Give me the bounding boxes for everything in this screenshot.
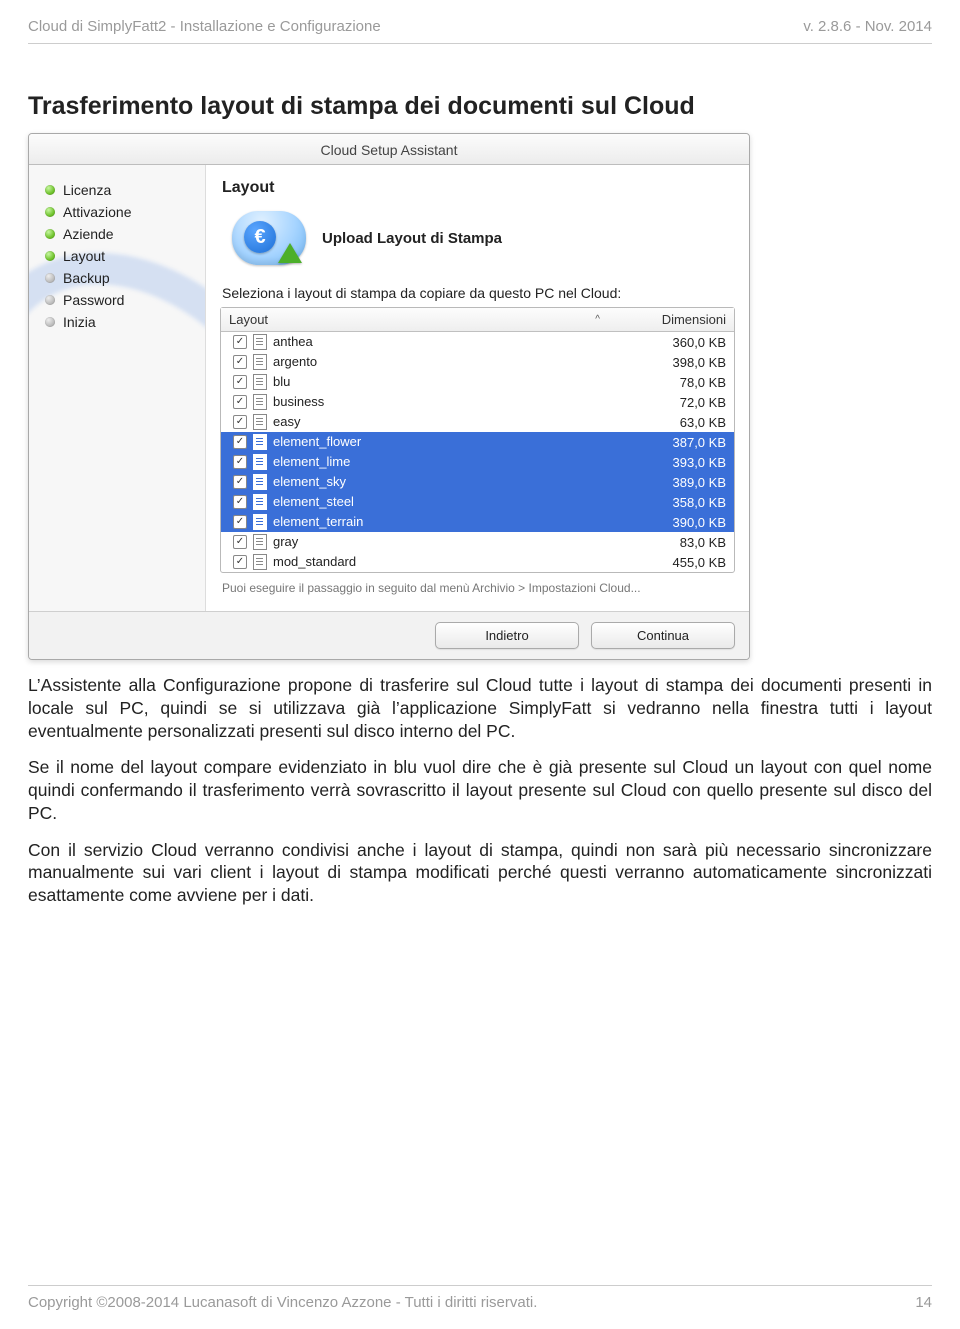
row-checkbox[interactable]: ✓ <box>233 435 247 449</box>
layout-name: business <box>273 394 324 409</box>
panel-heading: Layout <box>222 179 735 197</box>
cloud-upload-icon: € <box>232 211 306 265</box>
instruction-text: Seleziona i layout di stampa da copiare … <box>222 285 735 301</box>
row-checkbox[interactable]: ✓ <box>233 335 247 349</box>
body-paragraph: Se il nome del layout compare evidenziat… <box>28 756 932 824</box>
wizard-step[interactable]: Layout <box>45 245 195 267</box>
step-pending-icon <box>45 317 55 327</box>
table-row[interactable]: ✓ mod_standard 455,0 KB <box>221 552 734 572</box>
back-button[interactable]: Indietro <box>435 622 579 649</box>
page-header: Cloud di SimplyFatt2 - Installazione e C… <box>28 18 932 44</box>
layout-name: gray <box>273 534 298 549</box>
row-checkbox[interactable]: ✓ <box>233 375 247 389</box>
row-checkbox[interactable]: ✓ <box>233 395 247 409</box>
layout-name: mod_standard <box>273 554 356 569</box>
wizard-step[interactable]: Attivazione <box>45 201 195 223</box>
wizard-step-label: Aziende <box>63 226 114 242</box>
layout-name: element_lime <box>273 454 350 469</box>
euro-badge-icon: € <box>244 221 276 253</box>
step-done-icon <box>45 185 55 195</box>
document-icon <box>253 434 267 450</box>
row-checkbox[interactable]: ✓ <box>233 495 247 509</box>
upload-arrow-icon <box>278 243 302 263</box>
row-checkbox[interactable]: ✓ <box>233 455 247 469</box>
wizard-step-label: Licenza <box>63 182 111 198</box>
header-right: v. 2.8.6 - Nov. 2014 <box>803 18 932 35</box>
step-done-icon <box>45 251 55 261</box>
sort-ascending-icon: ^ <box>595 314 600 325</box>
step-pending-icon <box>45 273 55 283</box>
layout-name: element_steel <box>273 494 354 509</box>
footer-page-number: 14 <box>915 1294 932 1311</box>
wizard-step[interactable]: Password <box>45 289 195 311</box>
document-icon <box>253 334 267 350</box>
row-checkbox[interactable]: ✓ <box>233 555 247 569</box>
header-left: Cloud di SimplyFatt2 - Installazione e C… <box>28 18 381 35</box>
upload-title: Upload Layout di Stampa <box>322 230 502 247</box>
wizard-steps: Licenza Attivazione Aziende Layout Backup Pas… <box>29 165 205 611</box>
document-icon <box>253 534 267 550</box>
step-done-icon <box>45 229 55 239</box>
layout-name: anthea <box>273 334 313 349</box>
section-heading: Trasferimento layout di stampa dei docum… <box>28 92 932 121</box>
layout-name: element_terrain <box>273 514 363 529</box>
document-icon <box>253 354 267 370</box>
wizard-titlebar: Cloud Setup Assistant <box>29 134 749 165</box>
body-paragraph: Con il servizio Cloud verranno condivisi… <box>28 839 932 907</box>
wizard-step[interactable]: Backup <box>45 267 195 289</box>
wizard-step-label: Backup <box>63 270 110 286</box>
document-icon <box>253 454 267 470</box>
document-icon <box>253 414 267 430</box>
continue-button[interactable]: Continua <box>591 622 735 649</box>
layout-name: blu <box>273 374 290 389</box>
col-dimensioni[interactable]: Dimensioni <box>608 308 734 331</box>
wizard-window: Cloud Setup Assistant Licenza Attivazione… <box>28 133 750 660</box>
wizard-step[interactable]: Inizia <box>45 311 195 333</box>
document-icon <box>253 554 267 570</box>
row-checkbox[interactable]: ✓ <box>233 355 247 369</box>
document-icon <box>253 394 267 410</box>
document-icon <box>253 514 267 530</box>
wizard-button-bar: Indietro Continua <box>29 611 749 659</box>
wizard-step-label: Inizia <box>63 314 96 330</box>
wizard-step-label: Password <box>63 292 124 308</box>
layout-name: element_flower <box>273 434 361 449</box>
hint-text: Puoi eseguire il passaggio in seguito da… <box>222 581 733 595</box>
wizard-step[interactable]: Aziende <box>45 223 195 245</box>
page-footer: Copyright ©2008-2014 Lucanasoft di Vince… <box>28 1285 932 1311</box>
document-icon <box>253 374 267 390</box>
layout-table: Layout ^ Dimensioni ✓anthea360,0 KB✓arge… <box>220 307 735 573</box>
document-icon <box>253 474 267 490</box>
wizard-step-label: Layout <box>63 248 105 264</box>
row-checkbox[interactable]: ✓ <box>233 515 247 529</box>
wizard-step-label: Attivazione <box>63 204 131 220</box>
document-icon <box>253 494 267 510</box>
row-checkbox[interactable]: ✓ <box>233 535 247 549</box>
upload-heading: € Upload Layout di Stampa <box>232 211 735 265</box>
layout-name: easy <box>273 414 300 429</box>
row-checkbox[interactable]: ✓ <box>233 475 247 489</box>
layout-name: element_sky <box>273 474 346 489</box>
body-paragraph: L’Assistente alla Configurazione propone… <box>28 674 932 742</box>
step-pending-icon <box>45 295 55 305</box>
wizard-step[interactable]: Licenza <box>45 179 195 201</box>
row-checkbox[interactable]: ✓ <box>233 415 247 429</box>
step-done-icon <box>45 207 55 217</box>
footer-left: Copyright ©2008-2014 Lucanasoft di Vince… <box>28 1294 537 1311</box>
layout-name: argento <box>273 354 317 369</box>
table-header[interactable]: Layout ^ Dimensioni <box>221 308 734 332</box>
layout-size: 455,0 KB <box>608 551 734 574</box>
col-layout[interactable]: Layout <box>229 312 268 327</box>
wizard-main-panel: Layout € Upload Layout di Stampa Selezio… <box>205 165 749 611</box>
